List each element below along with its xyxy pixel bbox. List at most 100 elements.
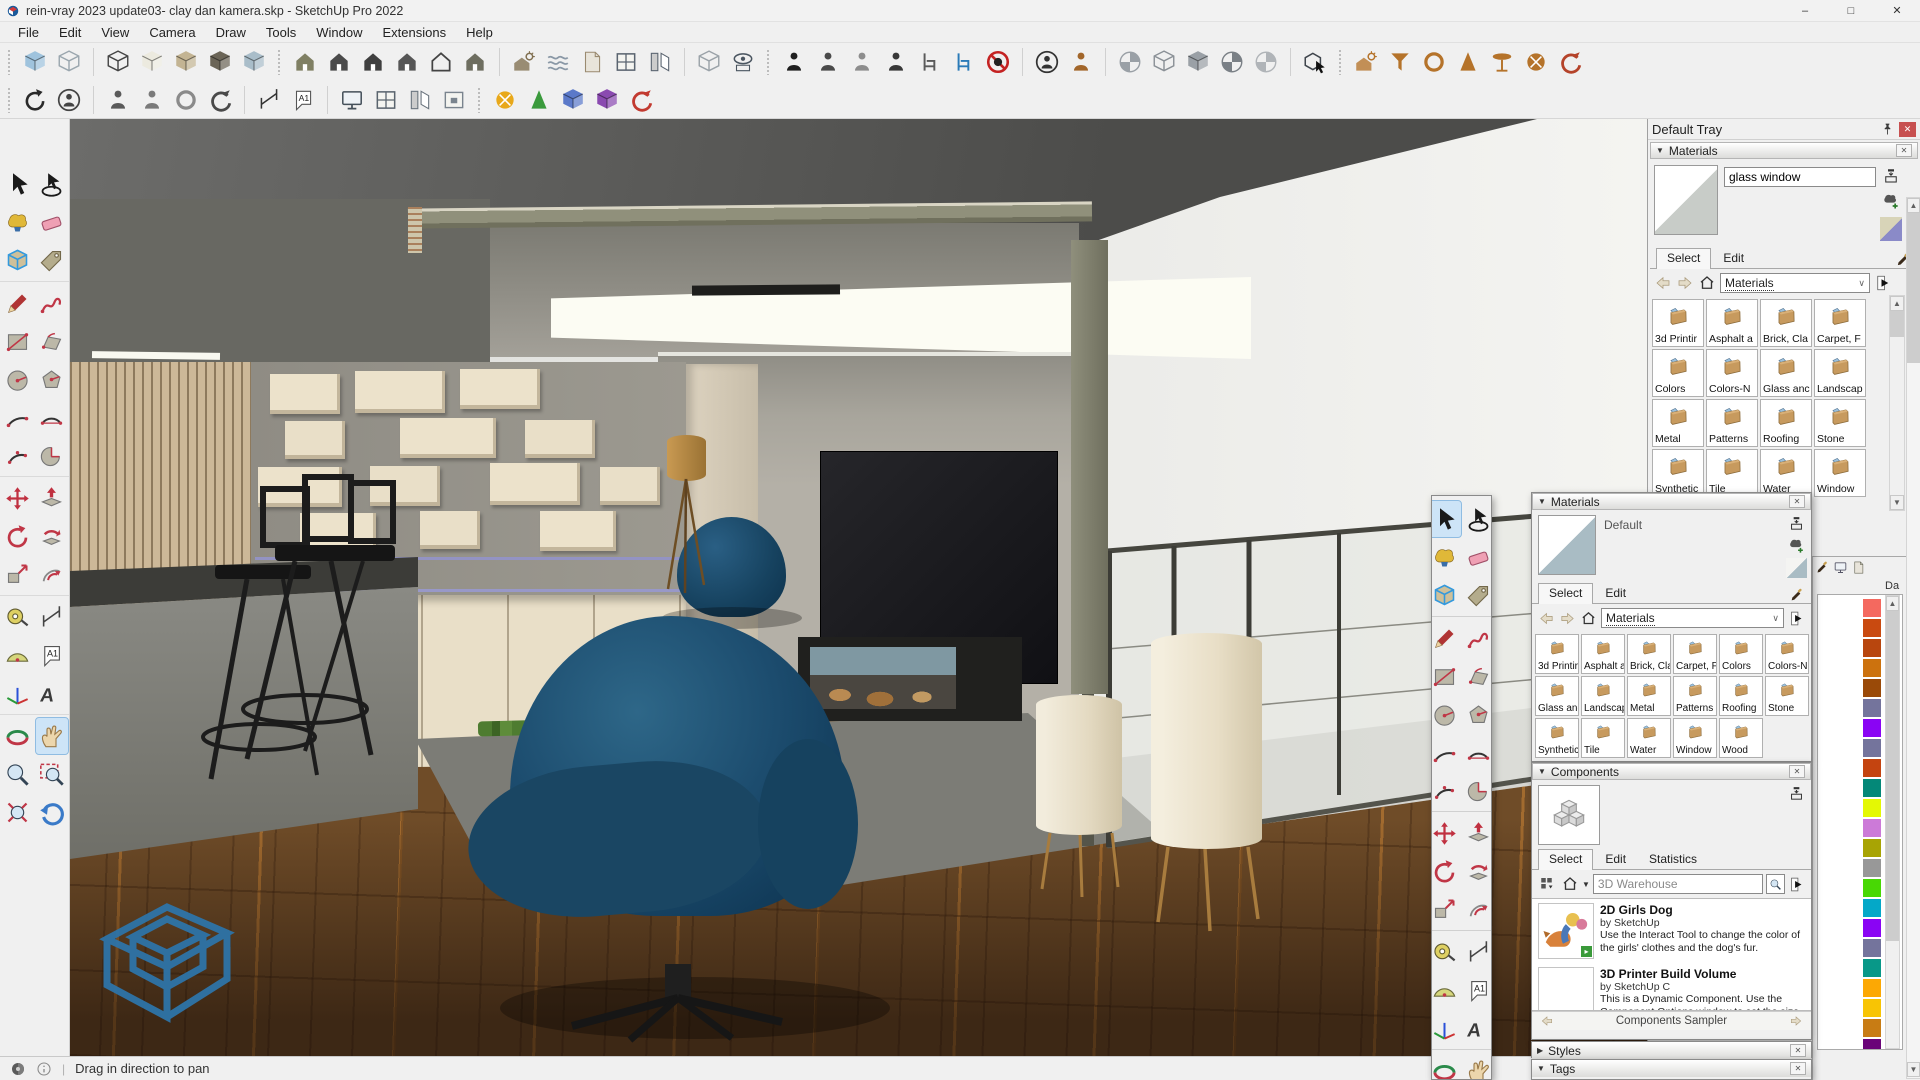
material-folder[interactable]: Colors <box>1652 349 1704 397</box>
vray-swirl-icon[interactable] <box>1553 46 1587 78</box>
tape-measure-tool[interactable] <box>1431 934 1461 970</box>
color-swatch[interactable] <box>1862 858 1882 878</box>
rotate-tool[interactable] <box>1431 853 1461 889</box>
color-swatch[interactable] <box>1862 638 1882 658</box>
forward-arrow-icon[interactable] <box>1559 610 1576 627</box>
material-folder[interactable]: Brick, Cla <box>1627 634 1671 674</box>
left-view-icon[interactable] <box>458 46 492 78</box>
material-folder[interactable]: Colors <box>1719 634 1763 674</box>
offset-tool[interactable] <box>1463 891 1493 927</box>
dialog-two-icon[interactable] <box>403 84 437 116</box>
next-collection-icon[interactable] <box>1789 1014 1803 1028</box>
color-swatch[interactable] <box>1862 678 1882 698</box>
plugin-tree-icon[interactable] <box>522 84 556 116</box>
circle-tool[interactable] <box>1431 696 1461 732</box>
help-circle-icon[interactable] <box>36 1061 52 1077</box>
component-list-item[interactable]: ▸ 3D Printer Build Volume by SketchUp C … <box>1532 963 1811 1010</box>
face-style-back-icon[interactable] <box>1147 46 1181 78</box>
overlay-window-icon[interactable] <box>335 84 369 116</box>
wireframe-icon[interactable] <box>101 46 135 78</box>
plugin-shield-icon[interactable] <box>590 84 624 116</box>
protractor-tool[interactable] <box>2 637 34 673</box>
component-list-item[interactable]: ▸ 2D Girls Dog by SketchUp Use the Inter… <box>1532 899 1811 963</box>
rotated-rectangle-tool[interactable] <box>1463 658 1493 694</box>
toolbar-grip[interactable] <box>7 49 12 75</box>
dimension-line-icon[interactable] <box>252 84 286 116</box>
home-icon[interactable] <box>1698 274 1716 292</box>
color-swatch[interactable] <box>1862 1018 1882 1038</box>
geolocation-icon[interactable] <box>10 1061 26 1077</box>
materials-tab[interactable]: Select <box>1538 583 1594 604</box>
material-folder[interactable]: Stone <box>1814 399 1866 447</box>
material-folder[interactable]: Asphalt a <box>1581 634 1625 674</box>
paint-bucket-tool[interactable] <box>1431 539 1461 575</box>
toolbar-grip[interactable] <box>766 49 771 75</box>
material-folder[interactable]: Roofing <box>1719 676 1763 716</box>
offset-tool[interactable] <box>36 556 68 592</box>
dialog-one-icon[interactable] <box>369 84 403 116</box>
material-folder[interactable]: Glass anc <box>1760 349 1812 397</box>
details-arrow-icon[interactable] <box>1874 274 1892 292</box>
create-material-icon[interactable] <box>1787 536 1806 555</box>
top-view-icon[interactable] <box>322 46 356 78</box>
person-add-icon[interactable] <box>879 46 913 78</box>
color-swatch[interactable] <box>1862 658 1882 678</box>
material-folder[interactable]: Window <box>1673 718 1717 758</box>
maximize-button[interactable]: □ <box>1828 0 1874 22</box>
close-icon[interactable]: ✕ <box>1790 1062 1806 1075</box>
details-arrow-icon[interactable] <box>1788 610 1805 627</box>
circle-tool[interactable] <box>2 361 34 397</box>
color-swatch[interactable] <box>1862 598 1882 618</box>
material-folder[interactable]: Colors-N <box>1706 349 1758 397</box>
floating-components-header[interactable]: ▼ Components ✕ <box>1532 763 1811 780</box>
vray-sphere-icon[interactable] <box>1519 46 1553 78</box>
home-dropdown-icon[interactable]: ▼ <box>1582 880 1590 889</box>
select-tool[interactable] <box>1432 500 1462 538</box>
material-name-input[interactable] <box>1724 167 1876 187</box>
walk-tool-icon[interactable] <box>1064 46 1098 78</box>
materials-tab[interactable]: Edit <box>1712 248 1755 268</box>
material-folder[interactable]: Water <box>1627 718 1671 758</box>
material-folder[interactable]: Window <box>1814 449 1866 497</box>
back-arrow-icon[interactable] <box>1654 274 1672 292</box>
front-view-icon[interactable] <box>356 46 390 78</box>
select-tool[interactable] <box>2 166 34 202</box>
material-folder[interactable]: 3d Printir <box>1652 299 1704 347</box>
dialog-lock-icon[interactable] <box>437 84 471 116</box>
freehand-tool[interactable] <box>1463 620 1493 656</box>
walk-icon[interactable] <box>135 84 169 116</box>
materials-scrollbar[interactable]: ▲ ▼ <box>1889 295 1905 511</box>
three-d-text-tool[interactable] <box>36 675 68 711</box>
section-display-icon[interactable] <box>643 46 677 78</box>
zoom-window-tool[interactable] <box>36 756 68 792</box>
color-swatch[interactable] <box>1862 878 1882 898</box>
rotate-tool[interactable] <box>2 518 34 554</box>
styles-header[interactable]: ▶ Styles ✕ <box>1532 1042 1811 1059</box>
prev-collection-icon[interactable] <box>1540 1014 1554 1028</box>
material-folder[interactable]: Wood <box>1719 718 1763 758</box>
walk-previous-icon[interactable] <box>777 46 811 78</box>
sample-paint-icon[interactable] <box>1789 587 1805 603</box>
color-swatch[interactable] <box>1862 918 1882 938</box>
menu-item[interactable]: Window <box>306 23 372 42</box>
color-swatch[interactable] <box>1862 998 1882 1018</box>
look-ring-icon[interactable] <box>169 84 203 116</box>
material-folder[interactable]: Brick, Cla <box>1760 299 1812 347</box>
chair-paint-icon[interactable] <box>947 46 981 78</box>
close-icon[interactable]: ✕ <box>1789 765 1805 778</box>
line-tool[interactable] <box>2 285 34 321</box>
back-view-icon[interactable] <box>424 46 458 78</box>
scale-tool[interactable] <box>2 556 34 592</box>
close-icon[interactable]: ✕ <box>1790 1044 1806 1057</box>
minimize-button[interactable]: – <box>1782 0 1828 22</box>
component-tool[interactable] <box>1431 577 1461 613</box>
material-folder[interactable]: Roofing <box>1760 399 1812 447</box>
previous-view-tool[interactable] <box>36 794 68 830</box>
close-button[interactable]: ✕ <box>1874 0 1920 22</box>
axes-tool[interactable] <box>2 675 34 711</box>
shaded-icon[interactable] <box>169 46 203 78</box>
follow-me-tool[interactable] <box>36 518 68 554</box>
dimension-tool[interactable] <box>36 599 68 635</box>
material-folder[interactable]: Landscap <box>1581 676 1625 716</box>
color-swatch[interactable] <box>1862 618 1882 638</box>
